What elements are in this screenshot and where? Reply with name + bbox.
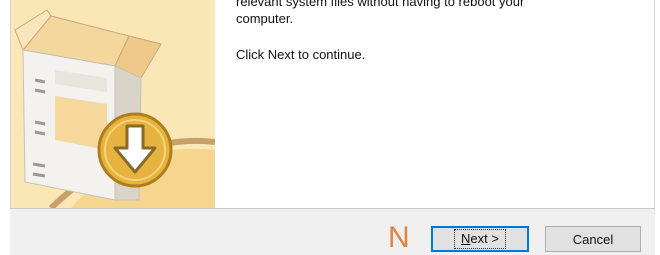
- installer-box-download-icon: [14, 9, 215, 208]
- next-button-label: Next >: [454, 229, 506, 249]
- next-button[interactable]: Next >: [431, 226, 529, 252]
- window-edge-right: [654, 0, 655, 208]
- body-text-line: computer.: [236, 11, 294, 26]
- cancel-button[interactable]: Cancel: [545, 226, 641, 252]
- wizard-banner: [11, 0, 215, 208]
- continue-instruction: Click Next to continue.: [236, 47, 366, 62]
- wizard-content: relevant system files without having to …: [236, 0, 641, 200]
- body-text-cut-line: relevant system files without having to …: [236, 0, 525, 9]
- next-label-rest: ext >: [470, 231, 499, 246]
- overlay-annotation-letter: N: [388, 221, 410, 254]
- setup-wizard-window: relevant system files without having to …: [0, 0, 660, 255]
- next-mnemonic: N: [461, 231, 471, 246]
